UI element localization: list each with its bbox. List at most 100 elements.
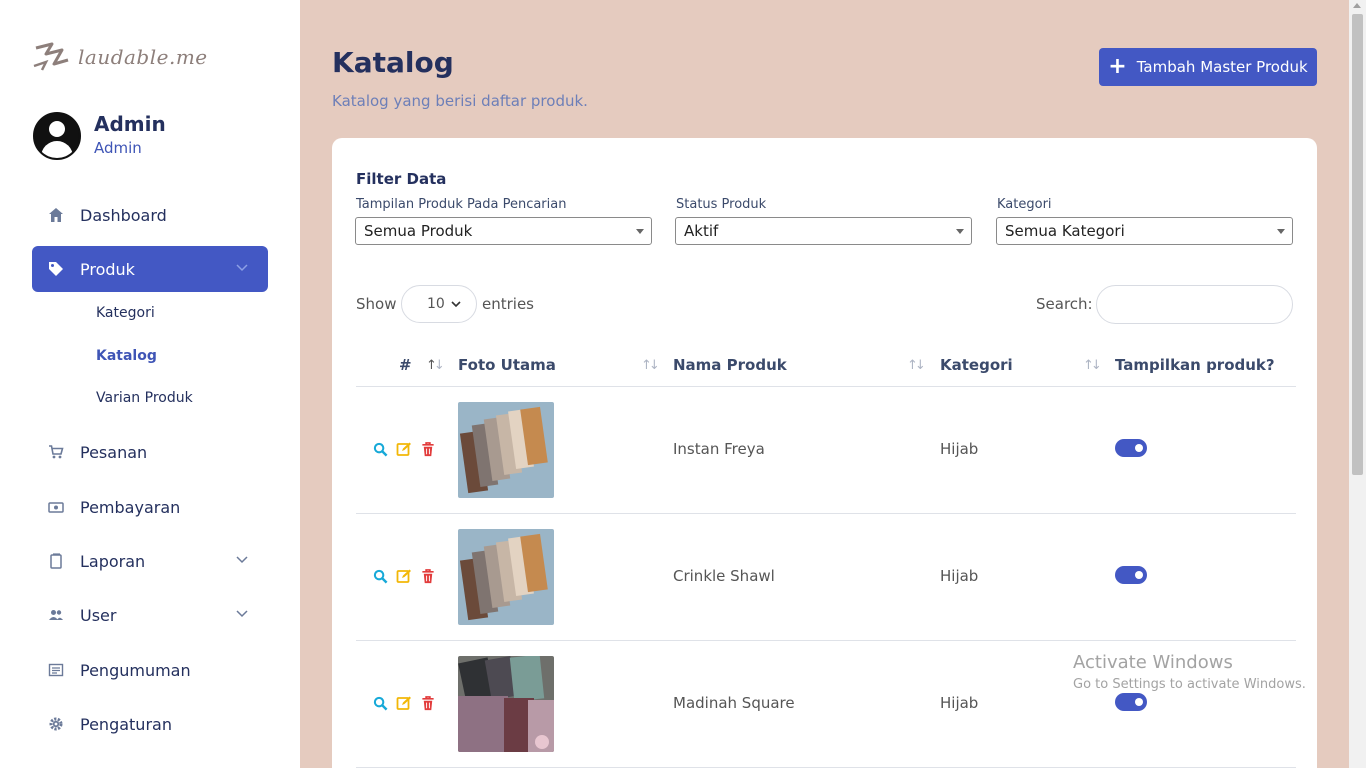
- column-header-photo[interactable]: Foto Utama: [458, 356, 556, 374]
- entries-value: 10: [427, 296, 445, 312]
- sidebar-item-label: User: [80, 605, 117, 625]
- table-row: Crinkle Shawl Hijab: [356, 514, 1296, 641]
- sidebar-subitem-kategori[interactable]: Kategori: [96, 305, 155, 321]
- visibility-toggle[interactable]: [1115, 566, 1147, 584]
- column-header-number[interactable]: #: [399, 356, 412, 374]
- search-input[interactable]: [1096, 285, 1293, 324]
- table-header: # ↑↓ Foto Utama ↑↓ Nama Produk ↑↓ Katego…: [356, 348, 1296, 387]
- filter-label-display: Tampilan Produk Pada Pencarian: [356, 197, 567, 212]
- caret-down-icon: [636, 229, 644, 234]
- sidebar-item-label: Produk: [80, 259, 135, 279]
- column-header-category[interactable]: Kategori: [940, 356, 1013, 374]
- logo-mark-icon: [33, 42, 69, 71]
- sidebar-item-pembayaran[interactable]: Pembayaran: [32, 484, 268, 530]
- sidebar-item-pesanan[interactable]: Pesanan: [32, 429, 268, 475]
- row-actions: [372, 441, 436, 457]
- page-scrollbar[interactable]: [1349, 0, 1366, 768]
- sidebar-item-dashboard[interactable]: Dashboard: [32, 192, 268, 238]
- scroll-up-arrow-icon[interactable]: [1353, 3, 1361, 8]
- visibility-toggle[interactable]: [1115, 693, 1147, 711]
- product-name: Madinah Square: [673, 694, 795, 712]
- table-row: Instan Freya Hijab: [356, 387, 1296, 514]
- sidebar-subitem-katalog[interactable]: Katalog: [96, 348, 157, 364]
- show-label: Show: [356, 295, 397, 313]
- edit-icon[interactable]: [396, 441, 412, 457]
- view-icon[interactable]: [372, 568, 388, 584]
- entries-select[interactable]: 10: [401, 285, 477, 323]
- sidebar-item-label: Pengumuman: [80, 660, 191, 680]
- brand-logo[interactable]: laudable.me: [32, 40, 208, 74]
- sidebar-item-pengaturan[interactable]: Pengaturan: [32, 701, 268, 747]
- delete-icon[interactable]: [420, 695, 436, 711]
- product-category: Hijab: [940, 440, 979, 458]
- watermark-title: Activate Windows: [1073, 652, 1233, 673]
- column-header-name[interactable]: Nama Produk: [673, 356, 787, 374]
- chevron-down-icon: [451, 301, 461, 308]
- plus-icon: +: [1108, 54, 1127, 79]
- watermark-subtitle: Go to Settings to activate Windows.: [1073, 677, 1306, 692]
- product-name: Crinkle Shawl: [673, 567, 775, 585]
- column-header-visible[interactable]: Tampilkan produk?: [1115, 356, 1275, 374]
- entries-label: entries: [482, 295, 534, 313]
- visibility-toggle[interactable]: [1115, 439, 1147, 457]
- filter-select-status[interactable]: Aktif: [675, 217, 972, 245]
- chevron-down-icon: [236, 610, 248, 618]
- profile-name: Admin: [94, 112, 166, 136]
- product-category: Hijab: [940, 567, 979, 585]
- product-photo[interactable]: [458, 656, 554, 752]
- avatar: [33, 112, 81, 160]
- delete-icon[interactable]: [420, 568, 436, 584]
- filter-title: Filter Data: [356, 170, 447, 188]
- sidebar-item-produk[interactable]: Produk: [32, 246, 268, 292]
- product-photo[interactable]: [458, 402, 554, 498]
- newspaper-icon: [48, 662, 64, 678]
- sort-icon: ↑↓: [426, 358, 445, 373]
- sidebar-item-label: Pesanan: [80, 442, 148, 462]
- delete-icon[interactable]: [420, 441, 436, 457]
- cart-icon: [48, 444, 64, 460]
- edit-icon[interactable]: [396, 695, 412, 711]
- sidebar-item-label: Dashboard: [80, 205, 167, 225]
- home-icon: [48, 207, 64, 223]
- tag-icon: [48, 261, 64, 277]
- page-subtitle: Katalog yang berisi daftar produk.: [332, 92, 588, 110]
- chevron-down-icon: [236, 264, 248, 272]
- sidebar-item-laporan[interactable]: Laporan: [32, 538, 268, 584]
- view-icon[interactable]: [372, 695, 388, 711]
- profile-role: Admin: [94, 139, 142, 157]
- filter-label-category: Kategori: [997, 197, 1052, 212]
- page-title: Katalog: [332, 46, 454, 79]
- logo-text: laudable.me: [78, 45, 208, 69]
- sidebar-item-pengumuman[interactable]: Pengumuman: [32, 647, 268, 693]
- filter-select-value: Semua Kategori: [1005, 222, 1125, 240]
- sidebar-item-label: Laporan: [80, 551, 146, 571]
- money-icon: [48, 499, 64, 515]
- edit-icon[interactable]: [396, 568, 412, 584]
- product-photo[interactable]: [458, 529, 554, 625]
- add-button-label: Tambah Master Produk: [1136, 58, 1308, 76]
- users-icon: [48, 607, 64, 623]
- gear-icon: [48, 716, 64, 732]
- sort-icon: ↑↓: [641, 358, 660, 373]
- filter-select-value: Aktif: [684, 222, 719, 240]
- row-actions: [372, 568, 436, 584]
- add-master-product-button[interactable]: + Tambah Master Produk: [1099, 48, 1317, 86]
- sort-icon: ↑↓: [1083, 358, 1102, 373]
- caret-down-icon: [956, 229, 964, 234]
- scrollbar-thumb[interactable]: [1352, 14, 1363, 475]
- chevron-down-icon: [236, 556, 248, 564]
- sidebar-item-label: Pengaturan: [80, 714, 172, 734]
- filter-select-display[interactable]: Semua Produk: [355, 217, 652, 245]
- sidebar-subitem-varian-produk[interactable]: Varian Produk: [96, 390, 193, 406]
- sidebar-item-label: Pembayaran: [80, 497, 181, 517]
- sidebar: laudable.me Admin Admin Dashboard Produk…: [0, 0, 300, 768]
- filter-select-category[interactable]: Semua Kategori: [996, 217, 1293, 245]
- user-profile: Admin Admin: [33, 112, 166, 160]
- sidebar-item-user[interactable]: User: [32, 592, 268, 638]
- search-label: Search:: [1036, 295, 1093, 313]
- filter-select-value: Semua Produk: [364, 222, 473, 240]
- view-icon[interactable]: [372, 441, 388, 457]
- row-actions: [372, 695, 436, 711]
- product-name: Instan Freya: [673, 440, 765, 458]
- product-category: Hijab: [940, 694, 979, 712]
